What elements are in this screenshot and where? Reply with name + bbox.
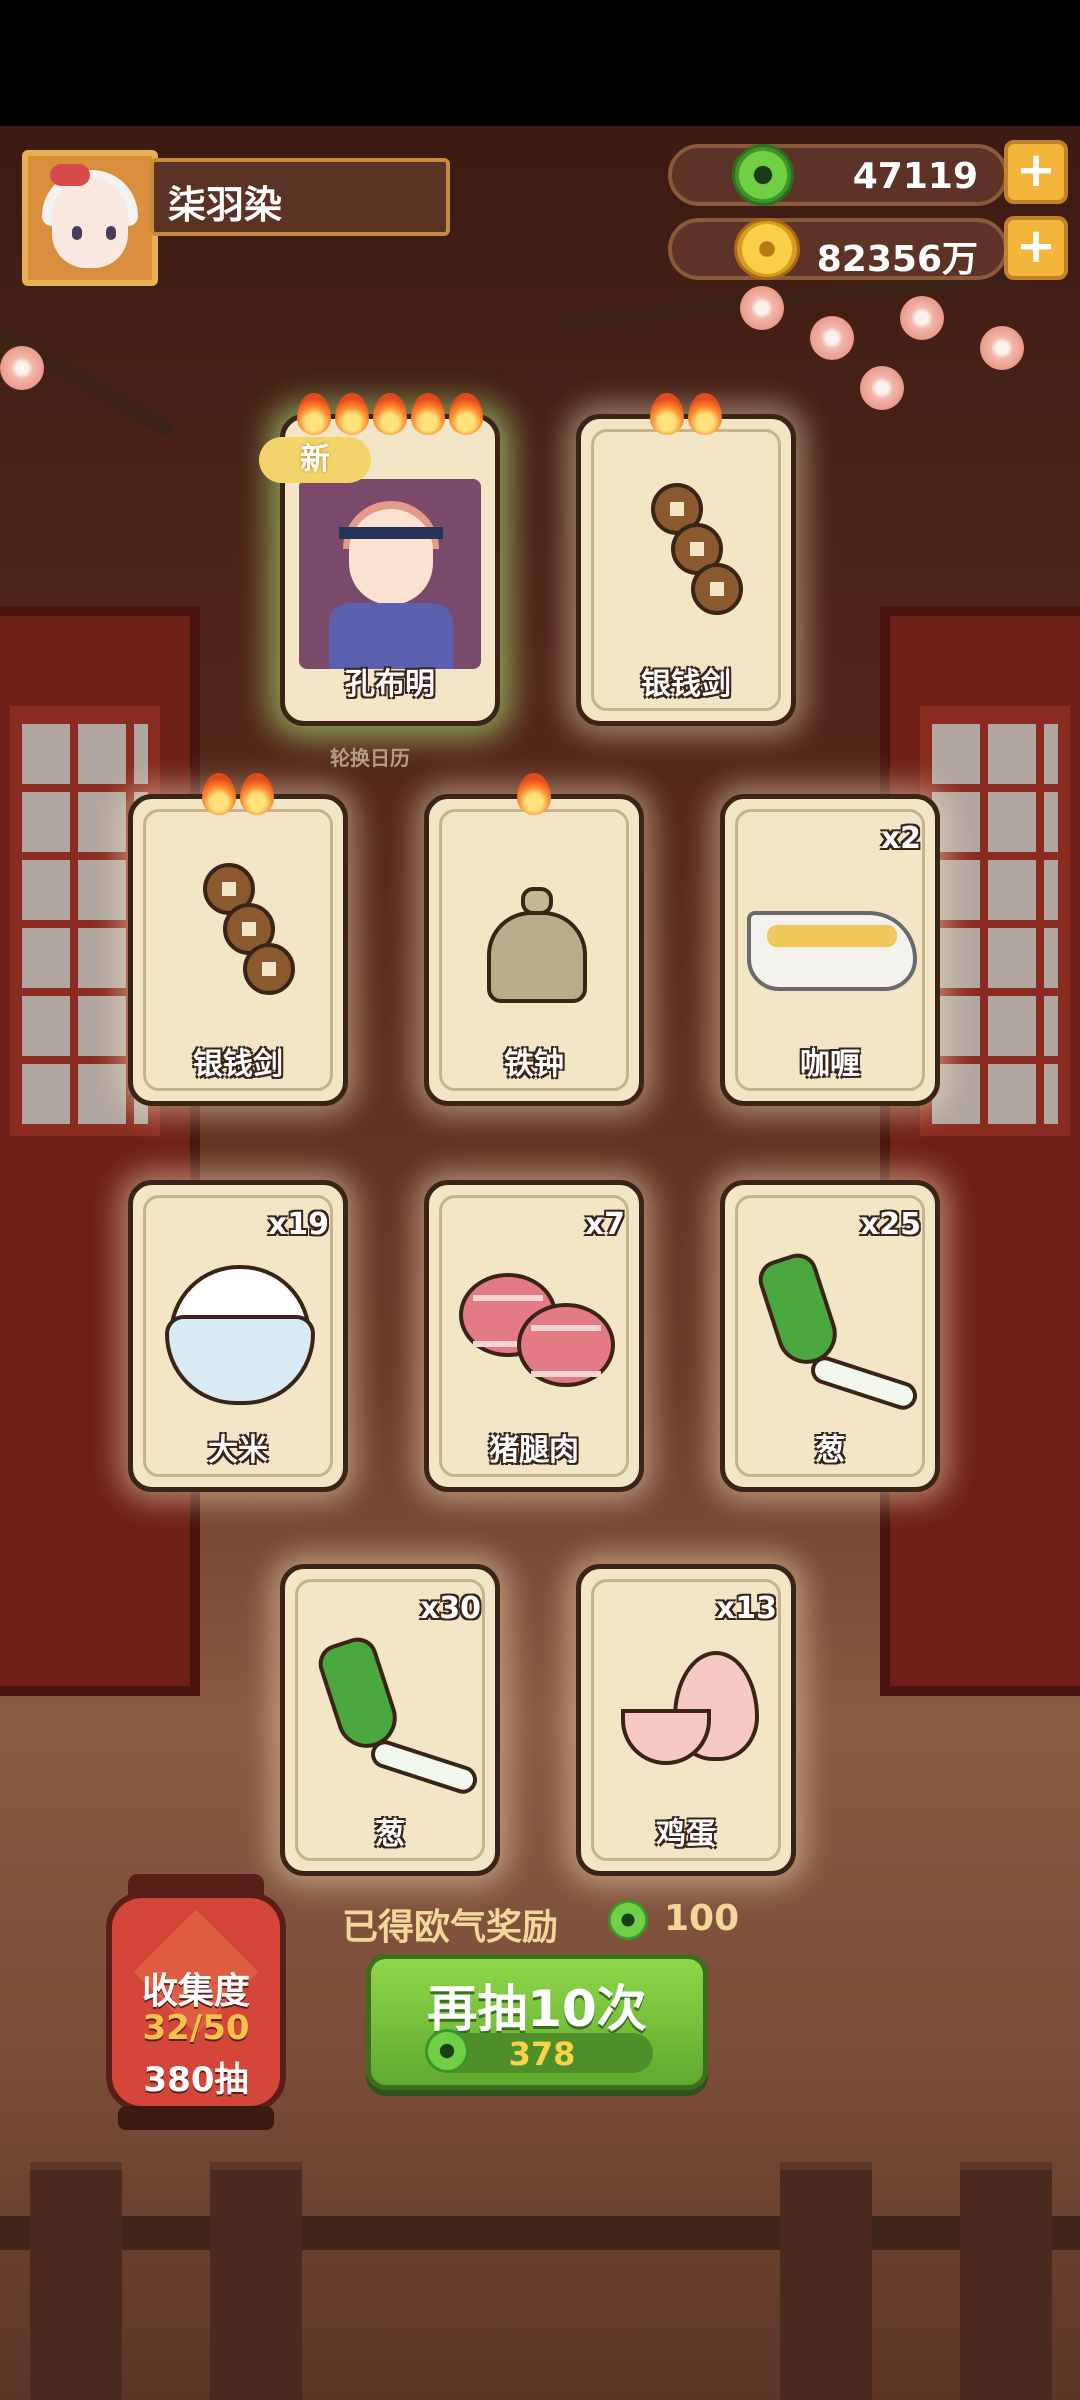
add-gold-button[interactable]: +	[1004, 216, 1068, 280]
blossom-decoration	[740, 286, 784, 330]
rarity-flames	[581, 393, 791, 435]
pork-leg-icon	[517, 1303, 615, 1387]
draw-cost-value: 378	[508, 2035, 576, 2073]
blossom-decoration	[980, 326, 1024, 370]
blossom-decoration	[0, 346, 44, 390]
item-count: x25	[859, 1207, 921, 1242]
add-jade-button[interactable]: +	[1004, 140, 1068, 204]
gold-coin-icon	[734, 218, 800, 280]
coin-sword-icon	[641, 483, 743, 633]
reward-label: 已得欧气奖励	[342, 1907, 559, 1948]
left-door-decoration	[0, 606, 200, 1696]
new-badge: 新	[259, 437, 371, 483]
coin-piece	[243, 943, 295, 995]
avatar-eye	[106, 226, 116, 240]
flame-icon	[335, 393, 369, 435]
flame-icon	[297, 393, 331, 435]
rarity-flames	[285, 393, 495, 435]
portrait-face	[349, 509, 433, 605]
rotation-calendar-label: 轮换日历	[330, 746, 410, 770]
result-card[interactable]: 银钱剑	[128, 773, 348, 1106]
draw-again-label: 再抽10次	[427, 1980, 647, 2038]
player-name-plate: 柒羽染	[150, 158, 450, 236]
avatar-eye	[72, 226, 82, 240]
reward-value: 100	[664, 1898, 740, 1939]
result-card[interactable]: x25 葱	[720, 1180, 940, 1492]
collection-title: 收集度	[141, 1971, 250, 2012]
flame-icon	[202, 773, 236, 815]
rarity-flames	[429, 773, 639, 815]
curry-gravy-icon	[747, 911, 917, 991]
right-door-decoration	[880, 606, 1080, 1696]
item-count: x2	[880, 821, 921, 856]
result-card[interactable]: 银钱剑	[576, 393, 796, 726]
curry-fill	[767, 925, 897, 947]
item-count: x19	[267, 1207, 329, 1242]
coin-piece	[691, 563, 743, 615]
flame-icon	[411, 393, 445, 435]
player-avatar[interactable]	[22, 150, 158, 286]
card-name: 银钱剑	[193, 1047, 283, 1082]
card-name: 咖喱	[800, 1047, 860, 1082]
flame-icon	[449, 393, 483, 435]
avatar-bow	[50, 164, 90, 186]
draw-cost-pill: 378	[425, 2029, 653, 2073]
card-name: 猪腿肉	[489, 1433, 579, 1468]
item-count: x30	[419, 1591, 481, 1626]
result-card[interactable]: x7 猪腿肉	[424, 1180, 644, 1492]
card-name: 鸡蛋	[656, 1817, 716, 1852]
jade-value: 47119	[852, 156, 978, 197]
flame-icon	[240, 773, 274, 815]
iron-bell-icon	[487, 911, 587, 1003]
floor-rail-decoration	[0, 2216, 1080, 2250]
jade-currency-bar: 47119	[668, 144, 1008, 206]
result-card[interactable]: x30 葱	[280, 1564, 500, 1876]
status-bar-area	[0, 0, 1080, 126]
result-card[interactable]: x19 大米	[128, 1180, 348, 1492]
item-count: x7	[584, 1207, 625, 1242]
flame-icon	[517, 773, 551, 815]
portrait-headband	[339, 527, 443, 539]
card-name: 大米	[208, 1433, 268, 1468]
card-name: 孔布明	[345, 667, 435, 702]
card-name: 葱	[375, 1817, 405, 1852]
draw-again-button[interactable]: 再抽10次 378	[366, 1954, 708, 2090]
result-card[interactable]: 铁钟	[424, 773, 644, 1106]
player-name: 柒羽染	[168, 183, 283, 227]
result-card[interactable]: x13 鸡蛋	[576, 1564, 796, 1876]
blossom-decoration	[860, 366, 904, 410]
avatar-face	[52, 178, 128, 268]
collection-progress: 32/50	[142, 2008, 250, 2048]
gold-value: 82356万	[816, 239, 978, 280]
right-lattice-decoration	[920, 706, 1070, 1136]
lantern-base	[118, 2106, 274, 2130]
floor-post-decoration	[960, 2162, 1052, 2400]
floor-post-decoration	[780, 2162, 872, 2400]
collection-lantern[interactable]: 收集度 32/50 380抽	[106, 1892, 286, 2112]
blossom-decoration	[900, 296, 944, 340]
result-card[interactable]: x2 咖喱	[720, 794, 940, 1106]
card-name: 葱	[815, 1433, 845, 1468]
flame-icon	[373, 393, 407, 435]
jade-icon	[732, 144, 794, 206]
floor-post-decoration	[210, 2162, 302, 2400]
card-name: 铁钟	[504, 1047, 564, 1082]
collection-draw-count: 380抽	[143, 2060, 249, 2100]
jade-icon	[608, 1900, 648, 1940]
item-count: x13	[715, 1591, 777, 1626]
flame-icon	[688, 393, 722, 435]
coin-sword-icon	[193, 863, 295, 1013]
result-card[interactable]: 新 孔布明	[259, 393, 500, 726]
blossom-decoration	[810, 316, 854, 360]
floor-post-decoration	[30, 2162, 122, 2400]
character-portrait-icon	[299, 479, 481, 669]
flame-icon	[650, 393, 684, 435]
card-name: 银钱剑	[641, 667, 731, 702]
gold-currency-bar: 82356万	[668, 218, 1008, 280]
rarity-flames	[133, 773, 343, 815]
